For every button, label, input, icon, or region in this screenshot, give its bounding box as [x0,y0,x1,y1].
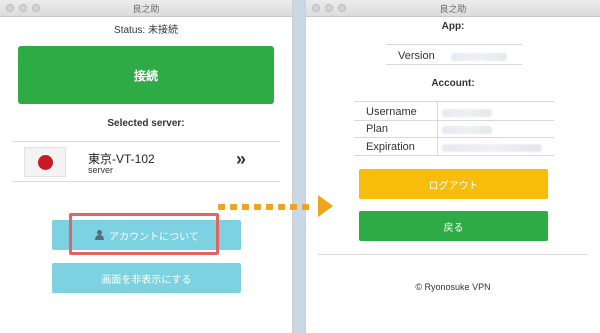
titlebar: 良之助 [0,0,292,17]
expiration-value-redacted [442,144,542,152]
plan-value-redacted [442,126,492,134]
version-value-redacted [451,53,507,61]
hide-window-label: 画面を非表示にする [101,274,192,286]
logout-button[interactable]: ログアウト [359,169,548,199]
username-value-redacted [442,109,492,117]
server-divider-top [12,141,280,142]
plan-label: Plan [366,123,389,135]
highlight-box [69,213,219,255]
footer-copyright: © Ryonosuke VPN [415,282,491,292]
main-window: 良之助 Status: 未接続 接続 Selected server: 東京-V… [0,0,292,333]
back-label: 戻る [443,222,464,234]
account-table-column-rule [437,101,438,155]
titlebar: 良之助 [306,0,600,17]
footer-divider [318,254,588,255]
japan-flag-icon [24,147,66,177]
username-label: Username [366,106,417,118]
version-rule-bottom [386,64,522,65]
annotation-arrow-line [218,204,309,210]
window-title: 良之助 [132,4,160,14]
account-table-bottom [354,155,554,156]
account-table-rule-1 [354,120,554,121]
flag-sun [38,155,53,170]
hide-window-button[interactable]: 画面を非表示にする [52,263,241,293]
account-table-top [354,101,554,102]
version-label: Version [398,50,435,62]
connection-status: Status: 未接続 [114,25,178,36]
double-chevron-glyph: » [236,149,246,169]
expiration-label: Expiration [366,141,415,153]
logout-label: ログアウト [428,180,479,192]
account-table-rule-2 [354,137,554,138]
server-subtitle: server [88,165,114,175]
window-title: 良之助 [439,4,467,14]
annotation-arrow-head-icon [318,195,333,217]
server-divider-bottom [12,181,280,182]
selected-server-heading: Selected server: [107,118,185,129]
connect-button-label: 接続 [133,68,158,83]
connect-button[interactable]: 接続 [18,46,274,104]
back-button[interactable]: 戻る [359,211,548,241]
double-chevron-right-icon[interactable]: » [236,149,246,170]
version-rule-top [386,44,522,45]
account-heading: Account: [431,78,475,89]
app-heading: App: [441,21,465,32]
